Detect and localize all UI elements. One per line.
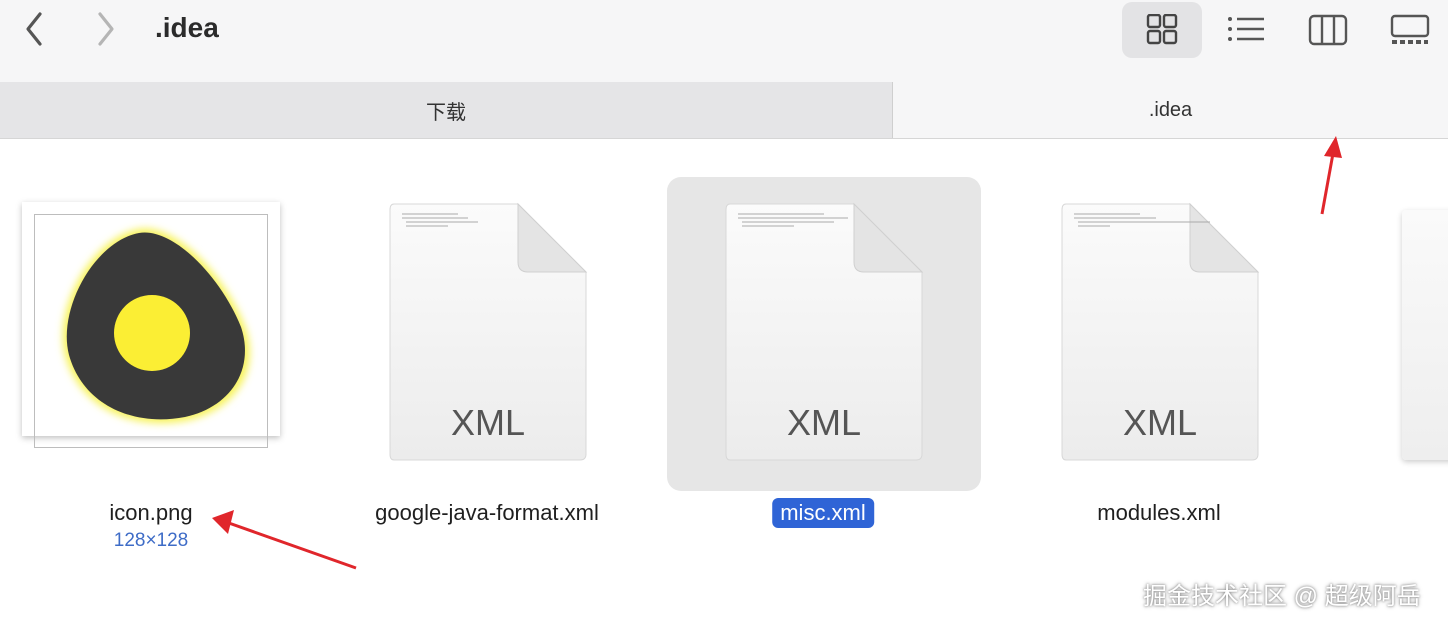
watermark: 掘金技术社区 @ 超级阿岳 [1143,583,1421,610]
arrow-to-idea-tab [1320,136,1342,215]
annotation-arrows [212,136,1342,570]
arrow-to-icon-png [212,510,357,570]
